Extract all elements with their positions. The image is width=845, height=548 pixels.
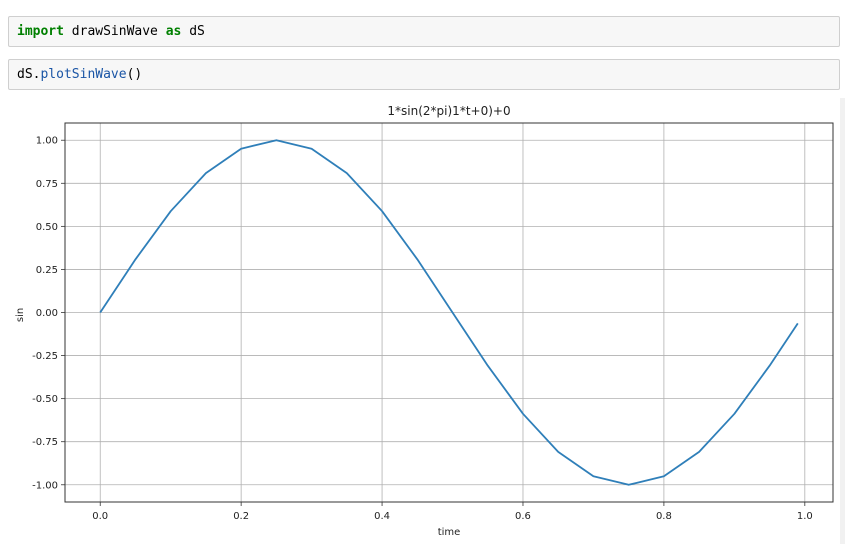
y-tick-label: 0.25 xyxy=(36,265,58,276)
code-token-plain: dS. xyxy=(17,66,41,82)
output-scrollbar[interactable] xyxy=(840,98,845,544)
grid-lines xyxy=(65,123,833,502)
y-tick-label: -0.25 xyxy=(32,351,58,362)
y-tick-label: -1.00 xyxy=(32,480,58,491)
y-axis-label: sin xyxy=(15,308,26,322)
code-token-kw: import xyxy=(17,23,64,39)
y-tick-label: 0.75 xyxy=(36,179,58,190)
code-cell-plot-call[interactable]: dS.plotSinWave() xyxy=(8,59,840,90)
axes-frame xyxy=(61,122,834,506)
code-token-plain: () xyxy=(126,66,143,82)
y-tick-label: 0.50 xyxy=(36,222,58,233)
code-line: import drawSinWave as dS xyxy=(17,24,205,40)
output-area: 1*sin(2*pi)1*t+0)+0 0.0 0.2 0.4 0.6 0.8 1.0 1.… xyxy=(0,98,845,544)
code-line: dS.plotSinWave() xyxy=(17,67,142,83)
y-tick-label: 1.00 xyxy=(36,136,58,147)
x-tick-label: 1.0 xyxy=(797,511,813,522)
x-tick-label: 0.4 xyxy=(374,511,390,522)
x-tick-label: 0.0 xyxy=(92,511,108,522)
y-tick-label: 0.00 xyxy=(36,308,58,319)
x-tick-label: 0.8 xyxy=(656,511,672,522)
y-tick-label: -0.50 xyxy=(32,394,58,405)
code-token-attr: plotSinWave xyxy=(40,66,127,82)
y-tick-label: -0.75 xyxy=(32,437,58,448)
x-tick-label: 0.6 xyxy=(515,511,531,522)
chart-title: 1*sin(2*pi)1*t+0)+0 xyxy=(387,104,510,118)
x-axis-label: time xyxy=(438,527,461,538)
code-token-kw: as xyxy=(165,23,182,39)
code-cell-import[interactable]: import drawSinWave as dS xyxy=(8,16,840,47)
x-tick-label: 0.2 xyxy=(233,511,249,522)
code-token-plain: dS xyxy=(181,23,205,39)
code-token-plain: drawSinWave xyxy=(63,23,166,39)
tick-labels: 0.0 0.2 0.4 0.6 0.8 1.0 1.00 0.75 0.50 0.25 0.00 -0… xyxy=(32,136,813,522)
sine-wave-chart: 1*sin(2*pi)1*t+0)+0 0.0 0.2 0.4 0.6 0.8 1.0 1.… xyxy=(15,104,834,538)
